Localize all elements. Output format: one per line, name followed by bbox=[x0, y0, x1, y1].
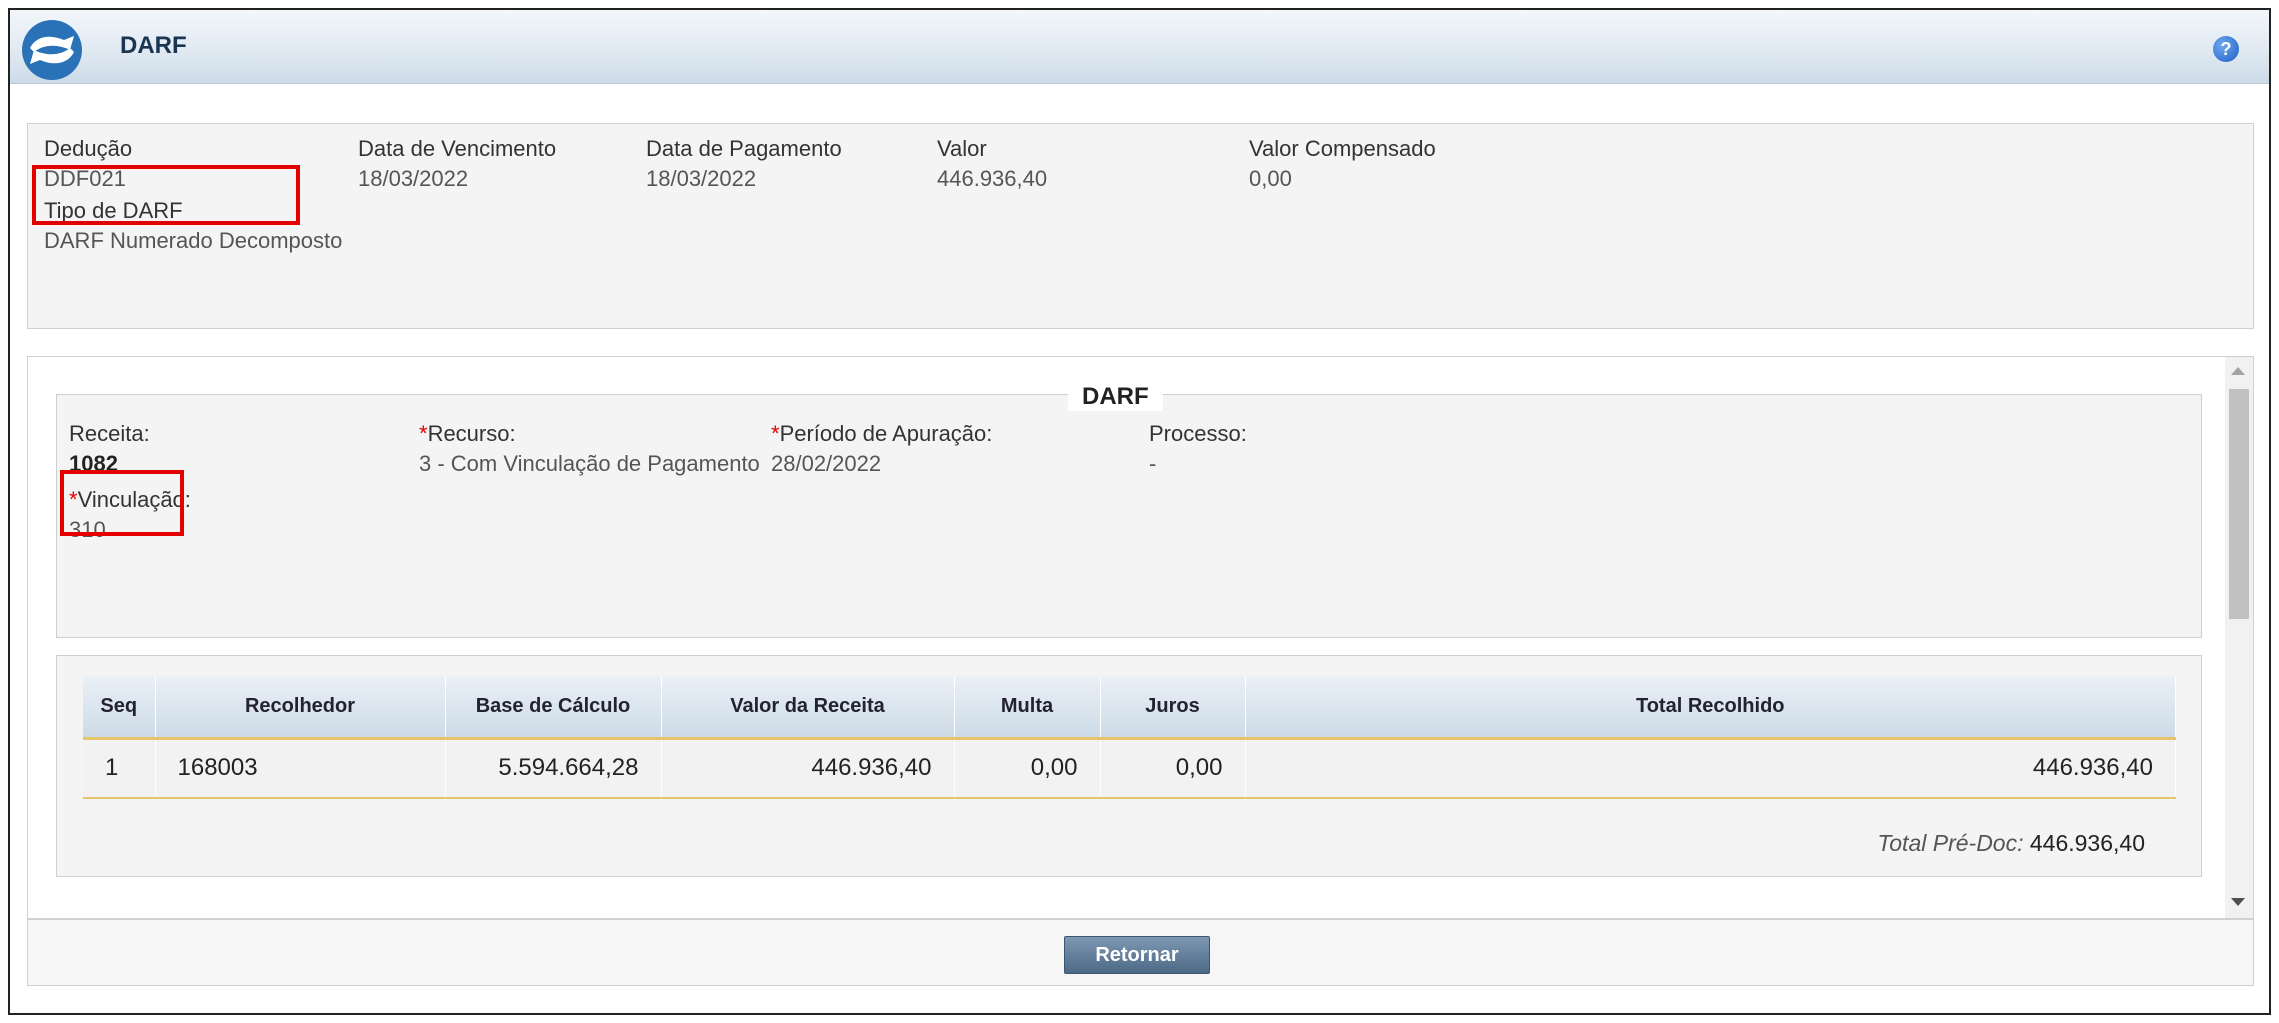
app-logo-icon bbox=[22, 20, 82, 80]
data-pagamento-label: Data de Pagamento bbox=[646, 136, 842, 161]
recolhedores-table-box: Seq Recolhedor Base de Cálculo Valor da … bbox=[56, 655, 2202, 877]
total-pre-doc-label: Total Pré-Doc: bbox=[1877, 830, 2024, 856]
cell-total-recolhido: 446.936,40 bbox=[1245, 738, 2176, 799]
highlight-box-tipo-darf bbox=[32, 165, 300, 225]
cell-multa: 0,00 bbox=[954, 738, 1101, 799]
help-icon[interactable]: ? bbox=[2213, 36, 2239, 62]
table-row[interactable]: 1 168003 5.594.664,28 446.936,40 0,00 0,… bbox=[83, 738, 2176, 799]
valor-compensado-field: Valor Compensado 0,00 bbox=[1249, 134, 1436, 194]
darf-detail-panel: Receita: 1082 *Recurso: 3 - Com Vinculaç… bbox=[27, 356, 2254, 919]
darf-legend: DARF bbox=[1068, 383, 1163, 411]
processo-field: Processo: - bbox=[1149, 419, 1247, 479]
table-header-row: Seq Recolhedor Base de Cálculo Valor da … bbox=[83, 676, 2176, 740]
periodo-label: Período de Apuração: bbox=[779, 421, 993, 446]
scroll-up-arrow-icon[interactable] bbox=[2231, 367, 2245, 375]
vertical-scrollbar[interactable] bbox=[2225, 357, 2253, 918]
recurso-value: 3 - Com Vinculação de Pagamento bbox=[419, 451, 760, 476]
col-juros[interactable]: Juros bbox=[1100, 676, 1246, 740]
recurso-label: Recurso: bbox=[427, 421, 516, 446]
data-vencimento-label: Data de Vencimento bbox=[358, 136, 557, 161]
cell-recolhedor: 168003 bbox=[155, 738, 446, 799]
valor-compensado-label: Valor Compensado bbox=[1249, 136, 1436, 161]
data-vencimento-value: 18/03/2022 bbox=[358, 166, 469, 191]
data-pagamento-field: Data de Pagamento 18/03/2022 bbox=[646, 134, 842, 194]
scroll-down-arrow-icon[interactable] bbox=[2231, 898, 2245, 906]
periodo-field: *Período de Apuração: 28/02/2022 bbox=[771, 419, 992, 479]
receita-label: Receita: bbox=[69, 421, 150, 446]
col-total-recolhido[interactable]: Total Recolhido bbox=[1245, 676, 2176, 740]
col-multa[interactable]: Multa bbox=[954, 676, 1101, 740]
footer-panel: Retornar bbox=[27, 919, 2254, 986]
retornar-button[interactable]: Retornar bbox=[1064, 936, 1210, 974]
processo-value: - bbox=[1149, 451, 1157, 476]
deducao-label: Dedução bbox=[44, 136, 133, 161]
total-pre-doc: Total Pré-Doc: 446.936,40 bbox=[1877, 830, 2145, 857]
darf-fieldset: Receita: 1082 *Recurso: 3 - Com Vinculaç… bbox=[56, 394, 2202, 638]
valor-label: Valor bbox=[937, 136, 987, 161]
scrollbar-thumb[interactable] bbox=[2229, 389, 2249, 619]
periodo-value: 28/02/2022 bbox=[771, 451, 882, 476]
valor-compensado-value: 0,00 bbox=[1249, 166, 1292, 191]
total-pre-doc-value: 446.936,40 bbox=[2029, 830, 2145, 856]
data-pagamento-value: 18/03/2022 bbox=[646, 166, 757, 191]
cell-seq: 1 bbox=[83, 738, 156, 799]
cell-valor-receita: 446.936,40 bbox=[661, 738, 955, 799]
col-valor-receita[interactable]: Valor da Receita bbox=[661, 676, 955, 740]
col-seq[interactable]: Seq bbox=[83, 676, 156, 740]
recurso-field: *Recurso: 3 - Com Vinculação de Pagament… bbox=[419, 419, 760, 479]
required-mark: * bbox=[419, 421, 428, 446]
required-mark: * bbox=[771, 421, 780, 446]
highlight-box-vinculacao bbox=[60, 470, 184, 536]
cell-base-calculo: 5.594.664,28 bbox=[445, 738, 662, 799]
window-header: DARF ? bbox=[10, 10, 2269, 84]
recolhedores-table: Seq Recolhedor Base de Cálculo Valor da … bbox=[83, 676, 2176, 799]
col-recolhedor[interactable]: Recolhedor bbox=[155, 676, 446, 740]
summary-panel: Dedução DDF021 Data de Vencimento 18/03/… bbox=[27, 123, 2254, 329]
cell-juros: 0,00 bbox=[1100, 738, 1246, 799]
valor-value: 446.936,40 bbox=[937, 166, 1048, 191]
data-vencimento-field: Data de Vencimento 18/03/2022 bbox=[358, 134, 556, 194]
darf-window: DARF ? Dedução DDF021 Data de Vencimento… bbox=[8, 8, 2271, 1015]
processo-label: Processo: bbox=[1149, 421, 1247, 446]
col-base-calculo[interactable]: Base de Cálculo bbox=[445, 676, 662, 740]
valor-field: Valor 446.936,40 bbox=[937, 134, 1047, 194]
tipo-darf-value: DARF Numerado Decomposto bbox=[44, 228, 343, 253]
window-title: DARF bbox=[120, 32, 187, 59]
